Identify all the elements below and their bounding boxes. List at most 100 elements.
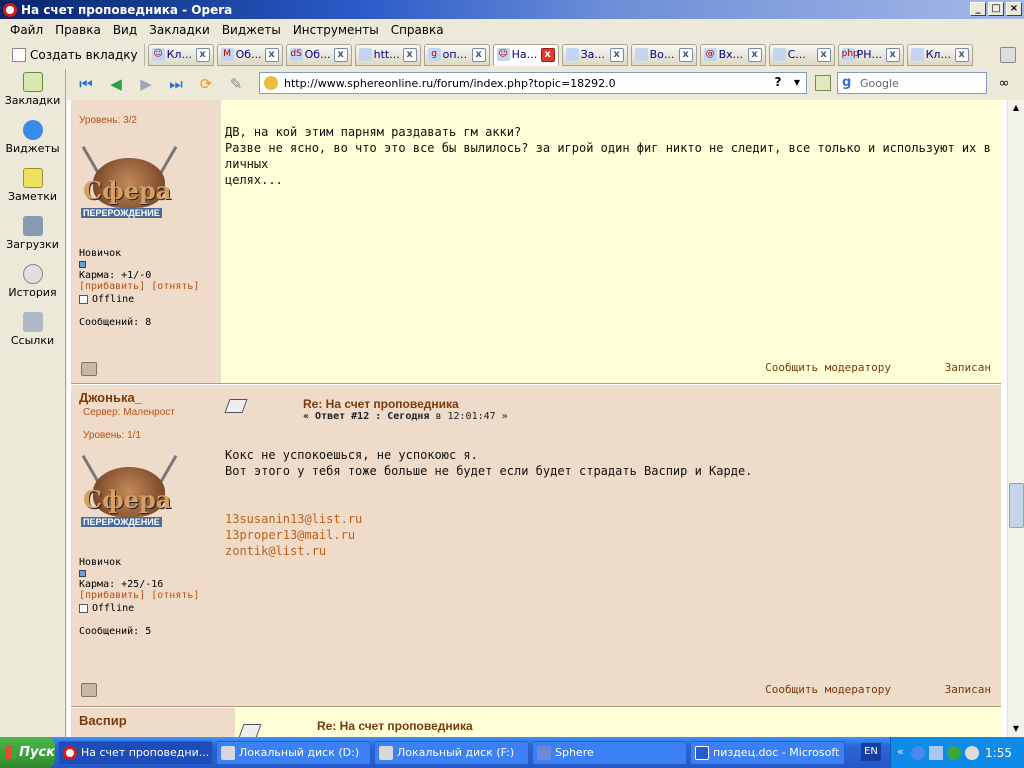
tab[interactable]: @ Вх... x bbox=[699, 43, 766, 66]
address-bar[interactable]: http://www.sphereonline.ru/forum/index.p… bbox=[259, 72, 807, 94]
email-link[interactable]: 13susanin13@list.ru bbox=[225, 511, 362, 527]
tab-label: htt... bbox=[373, 48, 400, 61]
post-icon bbox=[238, 724, 262, 737]
windows-flag-icon bbox=[6, 746, 17, 759]
new-tab-button[interactable]: Создать вкладку bbox=[6, 43, 145, 66]
tab-close-icon[interactable]: x bbox=[678, 47, 693, 62]
sidebar-item-widgets[interactable]: Виджеты bbox=[0, 120, 65, 165]
tab-close-icon[interactable]: x bbox=[747, 47, 762, 62]
reload-icon[interactable]: ⟳ bbox=[193, 73, 219, 95]
username[interactable]: Джонька_ bbox=[79, 390, 213, 405]
address-url[interactable]: http://www.sphereonline.ru/forum/index.p… bbox=[284, 77, 616, 90]
tab[interactable]: ☺ Кл... x bbox=[147, 43, 214, 66]
tab-close-icon[interactable]: x bbox=[195, 47, 210, 62]
rewind-icon[interactable]: ⏮ bbox=[73, 73, 99, 95]
tab-close-icon[interactable]: x bbox=[333, 47, 348, 62]
tray-expand-icon[interactable]: « bbox=[897, 745, 904, 758]
avatar-logo-subtext: ПЕРЕРОЖДЕНИЕ bbox=[81, 517, 162, 527]
taskbar-task[interactable]: Sphere bbox=[532, 740, 687, 765]
scroll-thumb[interactable] bbox=[1009, 483, 1024, 528]
sidebar-item-notes[interactable]: Заметки bbox=[0, 168, 65, 213]
tab[interactable]: Во... x bbox=[630, 43, 697, 66]
post-title[interactable]: Re: На счет проповедника bbox=[317, 719, 473, 733]
tab-close-icon[interactable]: x bbox=[954, 47, 969, 62]
menu-help[interactable]: Справка bbox=[385, 23, 450, 37]
tab-label: Кл... bbox=[166, 48, 192, 61]
chevron-down-icon[interactable]: ▼ bbox=[790, 76, 804, 90]
minimize-button[interactable]: _ bbox=[970, 2, 986, 16]
search-input[interactable]: g Google bbox=[837, 72, 987, 94]
window-title: На счет проповедника - Opera bbox=[21, 2, 233, 17]
karma-links[interactable]: [прибавить] [отнять] bbox=[79, 590, 213, 601]
tab[interactable]: g оп... x bbox=[423, 43, 490, 66]
trash-icon[interactable] bbox=[1000, 47, 1016, 63]
menu-widgets[interactable]: Виджеты bbox=[216, 23, 287, 37]
tray-app-icon[interactable] bbox=[911, 746, 925, 760]
tab-label: На... bbox=[511, 48, 538, 61]
taskbar-task[interactable]: Локальный диск (D:) bbox=[216, 740, 371, 765]
tab-close-icon[interactable]: x bbox=[540, 47, 555, 62]
forward-icon[interactable]: ▶ bbox=[133, 73, 159, 95]
taskbar-task[interactable]: Локальный диск (F:) bbox=[374, 740, 529, 765]
username[interactable]: Васпир bbox=[79, 713, 227, 728]
tab[interactable]: htt... x bbox=[354, 43, 421, 66]
word-icon bbox=[695, 745, 709, 760]
taskbar-task[interactable]: пиздец.doc - Microsoft ... bbox=[690, 740, 845, 765]
history-icon bbox=[22, 264, 43, 284]
sidebar-item-links[interactable]: Ссылки bbox=[0, 312, 65, 357]
menu-bookmarks[interactable]: Закладки bbox=[143, 23, 216, 37]
tab-close-icon[interactable]: x bbox=[471, 47, 486, 62]
sidebar-label: Загрузки bbox=[6, 238, 59, 251]
scroll-down-icon[interactable]: ▼ bbox=[1008, 721, 1024, 737]
avatar-logo-text: Сфера bbox=[83, 176, 172, 205]
start-button[interactable]: Пуск bbox=[0, 737, 55, 768]
profile-icon[interactable] bbox=[81, 362, 97, 376]
tab[interactable]: За... x bbox=[561, 43, 628, 66]
tab[interactable]: Кл... x bbox=[906, 43, 973, 66]
sidebar-item-history[interactable]: История bbox=[0, 264, 65, 309]
post-body: ДВ, на кой этим парням раздавать гм акки… bbox=[221, 100, 1001, 383]
tab[interactable]: dS Об... x bbox=[285, 43, 352, 66]
tab-close-icon[interactable]: x bbox=[816, 47, 831, 62]
tab[interactable]: php РН... x bbox=[837, 43, 904, 66]
tab-label: За... bbox=[580, 48, 605, 61]
post-text: ДВ, на кой этим парням раздавать гм акки… bbox=[225, 125, 991, 187]
tab-close-icon[interactable]: x bbox=[264, 47, 279, 62]
language-indicator[interactable]: EN bbox=[861, 743, 881, 761]
sidebar-item-downloads[interactable]: Загрузки bbox=[0, 216, 65, 261]
bookmark-page-icon[interactable] bbox=[815, 75, 831, 91]
tray-network-icon[interactable] bbox=[929, 746, 943, 760]
help-icon[interactable]: ? bbox=[770, 75, 786, 91]
tab[interactable]: С... x bbox=[768, 43, 835, 66]
report-moderator-link[interactable]: Сообщить модератору bbox=[765, 361, 891, 374]
menu-tools[interactable]: Инструменты bbox=[287, 23, 385, 37]
edit-icon[interactable]: ✎ bbox=[223, 73, 249, 95]
tab-close-icon[interactable]: x bbox=[885, 47, 900, 62]
record-label: Записан bbox=[944, 683, 991, 696]
tray-sound-icon[interactable] bbox=[965, 746, 979, 760]
fast-forward-icon[interactable]: ⏭ bbox=[163, 73, 189, 95]
notes-icon bbox=[22, 168, 43, 188]
karma-links[interactable]: [прибавить] [отнять] bbox=[79, 281, 213, 292]
sidebar-item-bookmarks[interactable]: Закладки bbox=[0, 72, 65, 117]
back-icon[interactable]: ◀ bbox=[103, 73, 129, 95]
scroll-up-icon[interactable]: ▲ bbox=[1008, 100, 1024, 116]
zoom-glasses-icon[interactable]: ∞ bbox=[992, 76, 1016, 91]
report-moderator-link[interactable]: Сообщить модератору bbox=[765, 683, 891, 696]
close-button[interactable]: × bbox=[1006, 2, 1022, 16]
vertical-scrollbar[interactable]: ▲ ▼ bbox=[1007, 100, 1024, 737]
email-link[interactable]: 13proper13@mail.ru bbox=[225, 527, 355, 543]
taskbar-task[interactable]: На счет проповедни... bbox=[58, 740, 213, 765]
profile-icon[interactable] bbox=[81, 683, 97, 697]
tab-active[interactable]: ☺ На... x bbox=[492, 43, 559, 66]
menu-edit[interactable]: Правка bbox=[49, 23, 107, 37]
tab-close-icon[interactable]: x bbox=[402, 47, 417, 62]
tab-close-icon[interactable]: x bbox=[609, 47, 624, 62]
tab[interactable]: M Об... x bbox=[216, 43, 283, 66]
tray-icq-icon[interactable] bbox=[947, 746, 961, 760]
menu-file[interactable]: Файл bbox=[4, 23, 49, 37]
maximize-button[interactable]: □ bbox=[988, 2, 1004, 16]
post-title[interactable]: Re: На счет проповедника bbox=[303, 397, 459, 411]
menu-view[interactable]: Вид bbox=[107, 23, 143, 37]
email-link[interactable]: zontik@list.ru bbox=[225, 543, 326, 559]
